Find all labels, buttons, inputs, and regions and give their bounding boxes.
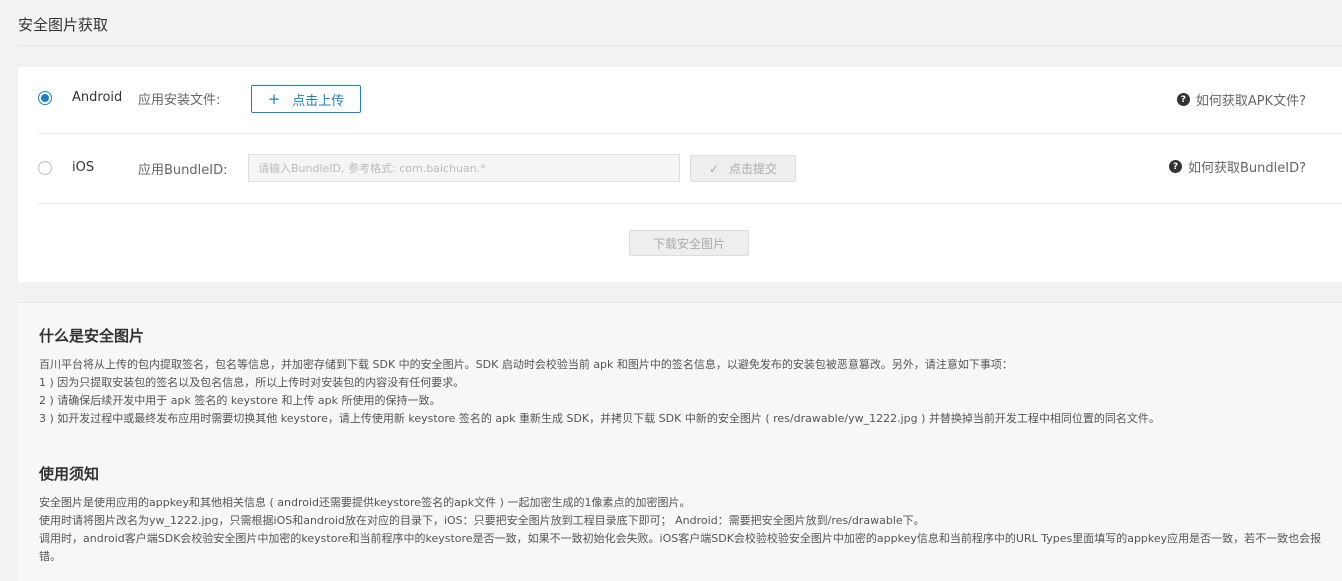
row-divider: [38, 203, 1342, 204]
apk-help-text: 如何获取APK文件?: [1195, 94, 1306, 109]
upload-button-label: 点击上传: [292, 93, 345, 109]
what-line: 1 ) 因为只提取安装包的签名以及包名信息，所以上传时对安装包的内容没有任何要求…: [39, 376, 465, 389]
upload-card: Android 应用安装文件: + 点击上传 ? 如何获取APK文件? iOS …: [18, 67, 1342, 282]
usage-line: 调用时，android客户端SDK会校验安全图片中加密的keystore和当前程…: [39, 532, 1322, 563]
question-icon: ?: [1176, 93, 1190, 106]
usage-title: 使用须知: [39, 465, 100, 483]
bundle-id-input[interactable]: [248, 154, 680, 182]
what-line: 百川平台将从上传的包内提取签名，包名等信息，并加密存储到下载 SDK 中的安全图…: [39, 358, 1013, 371]
apk-field-label: 应用安装文件:: [138, 93, 221, 108]
page-title: 安全图片获取: [18, 16, 109, 34]
bundle-help-link[interactable]: ? 如何获取BundleID?: [1168, 157, 1306, 176]
usage-line: 使用时请将图片改名为yw_1222.jpg，只需根据iOS和android放在对…: [39, 514, 925, 527]
bundle-help-text: 如何获取BundleID?: [1187, 161, 1306, 176]
title-divider: [18, 45, 1342, 46]
what-line: 3 ) 如开发过程中或最终发布应用时需要切换其他 keystore，请上传使用新…: [39, 412, 1160, 425]
upload-button[interactable]: + 点击上传: [251, 85, 361, 113]
submit-button[interactable]: ✓ 点击提交: [690, 155, 796, 182]
usage-line: 安全图片是使用应用的appkey和其他相关信息 ( android还需要提供ke…: [39, 496, 691, 509]
android-row: Android 应用安装文件: + 点击上传 ? 如何获取APK文件?: [18, 67, 1342, 133]
ios-label: iOS: [72, 160, 95, 175]
submit-button-label: 点击提交: [729, 162, 778, 176]
info-panel: 什么是安全图片 百川平台将从上传的包内提取签名，包名等信息，并加密存储到下载 S…: [18, 302, 1342, 581]
usage-text: 安全图片是使用应用的appkey和其他相关信息 ( android还需要提供ke…: [39, 494, 1330, 566]
ios-radio[interactable]: [38, 161, 52, 175]
bundle-field-label: 应用BundleID:: [138, 163, 228, 178]
apk-help-link[interactable]: ? 如何获取APK文件?: [1176, 90, 1306, 109]
question-icon: ?: [1168, 160, 1182, 173]
what-line: 2 ) 请确保后续开发中用于 apk 签名的 keystore 和上传 apk …: [39, 394, 441, 407]
android-radio[interactable]: [38, 91, 52, 105]
what-title: 什么是安全图片: [39, 327, 145, 345]
android-label: Android: [72, 90, 123, 105]
download-button[interactable]: 下载安全图片: [629, 230, 749, 256]
check-icon: ✓: [708, 161, 720, 176]
ios-row: iOS 应用BundleID: ✓ 点击提交 ? 如何获取BundleID?: [18, 134, 1342, 202]
plus-icon: +: [267, 90, 281, 108]
what-text: 百川平台将从上传的包内提取签名，包名等信息，并加密存储到下载 SDK 中的安全图…: [39, 356, 1330, 428]
